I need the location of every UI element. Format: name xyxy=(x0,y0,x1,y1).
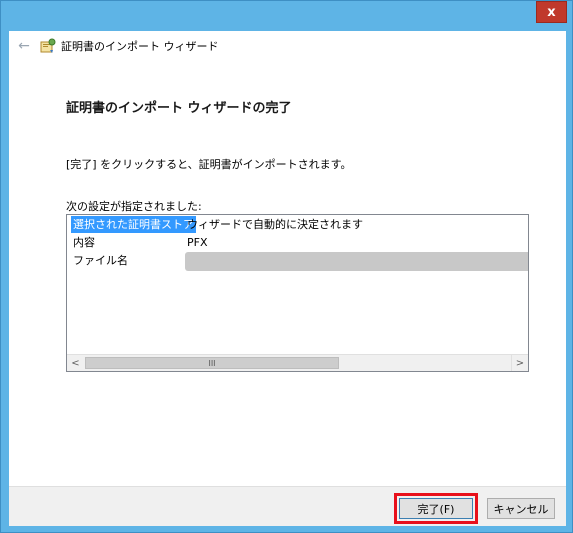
finish-button[interactable]: 完了(F) xyxy=(399,498,473,519)
scroll-thumb[interactable]: III xyxy=(85,357,339,369)
settings-key: 選択された証明書ストア xyxy=(71,216,196,233)
close-button[interactable]: x xyxy=(536,1,567,23)
wizard-title: 証明書のインポート ウィザード xyxy=(61,40,219,53)
scroll-left-button[interactable]: < xyxy=(67,355,84,371)
button-bar: 完了(F) キャンセル xyxy=(9,486,566,526)
settings-row-filename[interactable]: ファイル名 xyxy=(67,252,528,271)
settings-value: ウィザードで自動的に決定されます xyxy=(187,218,363,231)
page-title: 証明書のインポート ウィザードの完了 xyxy=(66,101,292,116)
settings-list[interactable]: 選択された証明書ストア ウィザードで自動的に決定されます 内容 PFX ファイル… xyxy=(66,214,529,372)
settings-key: 内容 xyxy=(73,236,95,249)
certificate-icon xyxy=(39,37,57,55)
wizard-window: x ← 証明書のインポート ウィザード 証明書のインポート ウィザードの完了 [… xyxy=(0,0,573,533)
intro-text: [完了] をクリックすると、証明書がインポートされます。 xyxy=(66,158,352,171)
settings-value: PFX xyxy=(187,236,208,249)
wizard-client-area: ← 証明書のインポート ウィザード 証明書のインポート ウィザードの完了 [完了… xyxy=(9,31,566,526)
redacted-value xyxy=(185,252,528,271)
settings-key: ファイル名 xyxy=(73,254,128,267)
scroll-right-button[interactable]: > xyxy=(511,355,528,371)
settings-row-store[interactable]: 選択された証明書ストア ウィザードで自動的に決定されます xyxy=(67,216,528,233)
settings-row-content[interactable]: 内容 PFX xyxy=(67,234,528,251)
back-arrow-icon[interactable]: ← xyxy=(15,37,33,55)
wizard-header: ← 証明書のインポート ウィザード xyxy=(9,31,566,61)
settings-label: 次の設定が指定されました: xyxy=(66,200,202,213)
cancel-button[interactable]: キャンセル xyxy=(487,498,555,519)
horizontal-scrollbar[interactable]: < III > xyxy=(67,354,528,371)
title-bar[interactable]: x xyxy=(1,1,572,31)
